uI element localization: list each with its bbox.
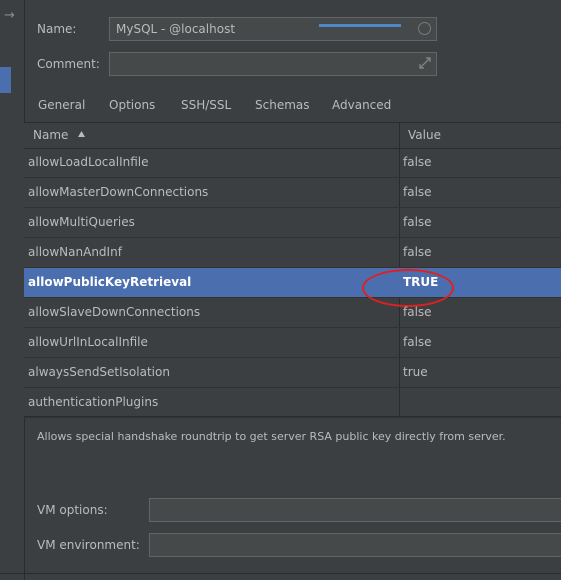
property-name: allowNanAndInf bbox=[28, 245, 122, 259]
property-name: allowMasterDownConnections bbox=[28, 185, 209, 199]
column-header-name-label: Name bbox=[33, 128, 69, 142]
table-row[interactable]: allowUrlInLocalInfile false bbox=[24, 328, 561, 358]
sidebar-selected-item[interactable] bbox=[0, 67, 11, 93]
column-header-value[interactable]: Value bbox=[408, 128, 441, 142]
table-row[interactable]: allowNanAndInf false bbox=[24, 238, 561, 268]
comment-field[interactable] bbox=[109, 52, 437, 76]
property-value[interactable]: true bbox=[403, 365, 428, 379]
name-field[interactable]: MySQL - @localhost bbox=[109, 17, 437, 41]
property-name: allowUrlInLocalInfile bbox=[28, 335, 148, 349]
vm-environment-input[interactable] bbox=[149, 533, 561, 557]
property-value[interactable]: TRUE bbox=[403, 275, 438, 289]
property-name: allowPublicKeyRetrieval bbox=[28, 275, 192, 289]
property-name: allowSlaveDownConnections bbox=[28, 305, 201, 319]
property-value[interactable]: false bbox=[403, 185, 432, 199]
tab-options[interactable]: Options bbox=[109, 98, 155, 112]
table-row[interactable]: alwaysSendSetIsolation true bbox=[24, 358, 561, 388]
property-value[interactable]: false bbox=[403, 245, 432, 259]
property-value[interactable]: false bbox=[403, 155, 432, 169]
comment-label: Comment: bbox=[37, 57, 100, 71]
table-row-selected[interactable]: allowPublicKeyRetrieval TRUE bbox=[24, 268, 561, 307]
vm-environment-label: VM environment: bbox=[37, 538, 140, 552]
property-name: allowLoadLocalInfile bbox=[28, 155, 149, 169]
property-description: Allows special handshake roundtrip to ge… bbox=[37, 430, 506, 443]
table-header: Name Value bbox=[24, 123, 561, 149]
vm-options-label: VM options: bbox=[37, 503, 108, 517]
property-description-panel: Allows special handshake roundtrip to ge… bbox=[24, 416, 561, 485]
tab-ssh-ssl[interactable]: SSH/SSL bbox=[181, 98, 231, 112]
column-header-name[interactable]: Name bbox=[33, 128, 86, 142]
name-label: Name: bbox=[37, 22, 77, 36]
tab-bar: General Options SSH/SSL Schemas Advanced bbox=[24, 96, 561, 122]
property-name: alwaysSendSetIsolation bbox=[28, 365, 170, 379]
vm-options-input[interactable] bbox=[149, 498, 561, 522]
bottom-divider bbox=[0, 573, 561, 574]
property-value[interactable]: false bbox=[403, 335, 432, 349]
table-row[interactable]: allowMasterDownConnections false bbox=[24, 178, 561, 208]
table-row[interactable]: allowSlaveDownConnections false bbox=[24, 298, 561, 328]
active-tab-indicator bbox=[319, 24, 401, 27]
circle-icon[interactable] bbox=[418, 22, 431, 35]
left-sidebar: → bbox=[0, 0, 25, 580]
property-name: allowMultiQueries bbox=[28, 215, 135, 229]
property-value[interactable]: false bbox=[403, 305, 432, 319]
table-row[interactable]: allowMultiQueries false bbox=[24, 208, 561, 238]
expand-icon[interactable] bbox=[418, 56, 432, 73]
table-row[interactable]: authenticationPlugins bbox=[24, 388, 561, 418]
properties-table: Name Value allowLoadLocalInfile false al… bbox=[24, 122, 561, 418]
arrow-right-icon[interactable]: → bbox=[4, 8, 15, 23]
property-name: authenticationPlugins bbox=[28, 395, 159, 409]
property-value[interactable]: false bbox=[403, 215, 432, 229]
name-field-value: MySQL - @localhost bbox=[116, 22, 236, 36]
tab-general[interactable]: General bbox=[38, 98, 85, 112]
tab-advanced[interactable]: Advanced bbox=[332, 98, 391, 112]
tab-schemas[interactable]: Schemas bbox=[255, 98, 310, 112]
sort-ascending-icon bbox=[78, 131, 86, 137]
table-row[interactable]: allowLoadLocalInfile false bbox=[24, 148, 561, 178]
